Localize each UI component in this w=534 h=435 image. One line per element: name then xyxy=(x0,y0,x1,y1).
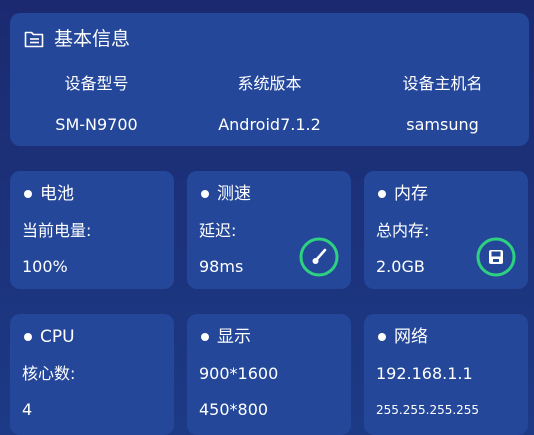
network-title: 网络 xyxy=(378,326,428,348)
bullet-dot-icon xyxy=(378,190,386,198)
latency-value: 98ms xyxy=(199,257,244,276)
battery-card: 电池 当前电量: 100% xyxy=(10,171,174,289)
system-version-value: Android7.1.2 xyxy=(218,115,321,134)
bullet-dot-icon xyxy=(201,333,209,341)
basic-info-card: 基本信息 设备型号 系统版本 设备主机名 SM-N9700 Android7.1… xyxy=(10,13,529,146)
memory-card: 内存 总内存: 2.0GB xyxy=(364,171,528,289)
cpu-cores-value: 4 xyxy=(22,400,33,419)
subnet-mask: 255.255.255.255 xyxy=(376,403,480,417)
latency-label: 延迟: xyxy=(199,221,237,240)
system-version-label: 系统版本 xyxy=(237,74,302,93)
device-model-value: SM-N9700 xyxy=(55,115,138,134)
cpu-title-text: CPU xyxy=(40,327,75,347)
display-card: 显示 900*1600 450*800 xyxy=(187,314,351,435)
device-hostname-label: 设备主机名 xyxy=(402,74,483,93)
ip-address: 192.168.1.1 xyxy=(376,364,473,383)
basic-info-title: 基本信息 xyxy=(54,28,131,50)
battery-level-label: 当前电量: xyxy=(22,221,92,240)
cpu-title: CPU xyxy=(24,326,75,348)
bullet-dot-icon xyxy=(201,190,209,198)
speed-test-title-text: 测速 xyxy=(217,184,251,204)
battery-title-text: 电池 xyxy=(40,184,74,204)
battery-title: 电池 xyxy=(24,183,74,205)
battery-level-value: 100% xyxy=(22,257,68,276)
info-values-row: SM-N9700 Android7.1.2 samsung xyxy=(10,115,529,134)
device-hostname-value: samsung xyxy=(406,115,479,134)
basic-info-header: 基本信息 xyxy=(24,27,130,51)
display-title: 显示 xyxy=(201,326,251,348)
device-model-label: 设备型号 xyxy=(64,74,129,93)
total-memory-label: 总内存: xyxy=(376,221,430,240)
speed-test-title: 测速 xyxy=(201,183,251,205)
total-memory-value: 2.0GB xyxy=(376,257,425,276)
cpu-cores-label: 核心数: xyxy=(22,364,76,383)
memory-title-text: 内存 xyxy=(394,184,428,204)
memory-button[interactable] xyxy=(476,237,516,277)
speed-test-card: 测速 延迟: 98ms xyxy=(187,171,351,289)
save-icon xyxy=(476,237,516,277)
cpu-card: CPU 核心数: 4 xyxy=(10,314,174,435)
bullet-dot-icon xyxy=(24,190,32,198)
info-labels-row: 设备型号 系统版本 设备主机名 xyxy=(10,70,529,94)
bullet-dot-icon xyxy=(378,333,386,341)
display-resolution: 900*1600 xyxy=(199,364,279,383)
network-card: 网络 192.168.1.1 255.255.255.255 xyxy=(364,314,528,435)
display-resolution-scaled: 450*800 xyxy=(199,400,269,419)
bullet-dot-icon xyxy=(24,333,32,341)
speedometer-icon xyxy=(299,237,339,277)
display-title-text: 显示 xyxy=(217,327,251,347)
memory-title: 内存 xyxy=(378,183,428,205)
speed-test-button[interactable] xyxy=(299,237,339,277)
folder-icon xyxy=(24,30,44,48)
network-title-text: 网络 xyxy=(394,327,428,347)
